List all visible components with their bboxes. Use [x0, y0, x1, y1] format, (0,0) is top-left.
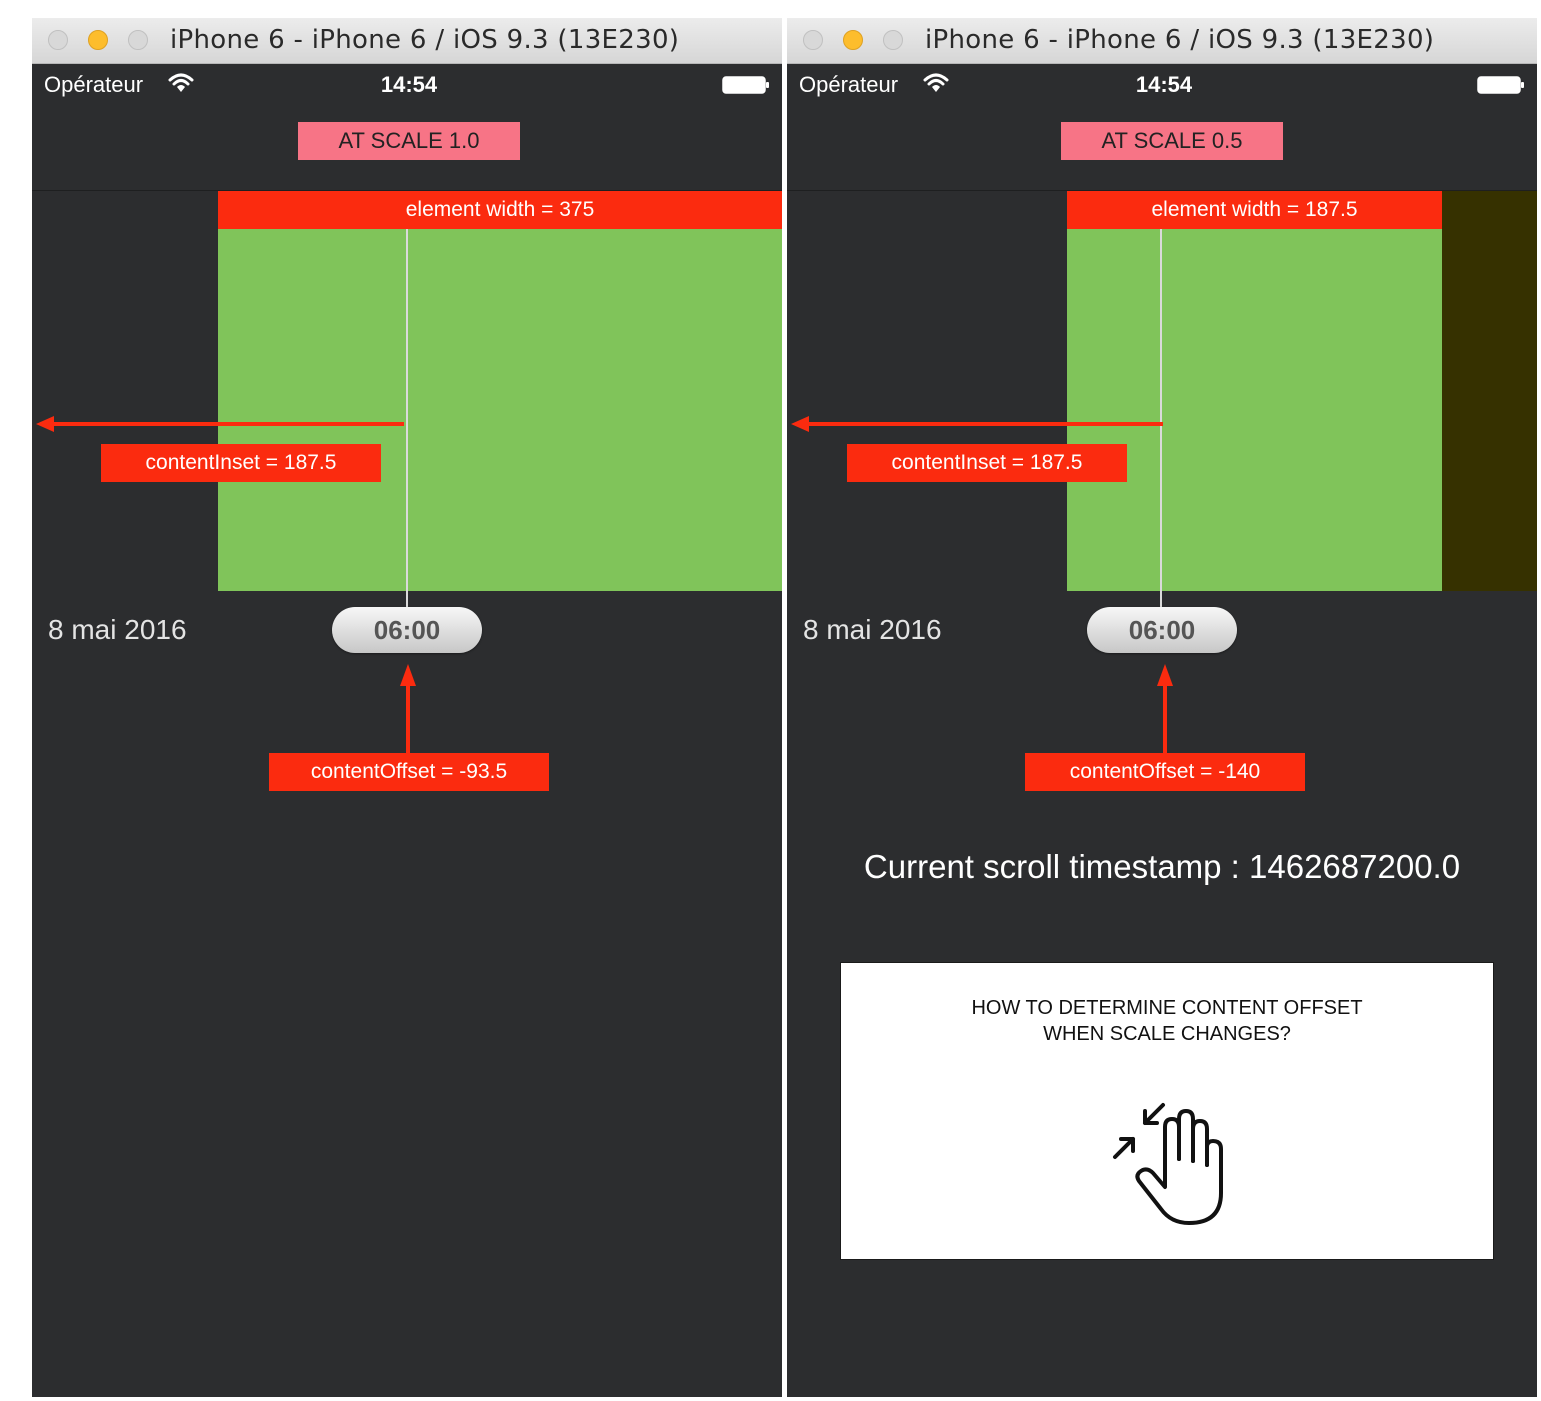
- arrow-up-icon: [1157, 664, 1173, 753]
- question-card: HOW TO DETERMINE CONTENT OFFSET WHEN SCA…: [840, 962, 1494, 1260]
- question-line-1: HOW TO DETERMINE CONTENT OFFSET: [971, 997, 1363, 1019]
- annotation-arrows: [36, 416, 416, 753]
- simulator-window-right: iPhone 6 - iPhone 6 / iOS 9.3 (13E230) O…: [787, 18, 1537, 1397]
- content-inset-label: contentInset = 187.5: [101, 444, 381, 482]
- question-line-2: WHEN SCALE CHANGES?: [1043, 1023, 1291, 1045]
- arrow-left-icon: [36, 416, 404, 432]
- content-offset-label: contentOffset = -93.5: [269, 753, 549, 791]
- scroll-timestamp-label: Current scroll timestamp : 1462687200.0: [863, 848, 1461, 885]
- pinch-gesture-icon: [1113, 1103, 1223, 1225]
- time-indicator-pill[interactable]: 06:00: [1087, 607, 1237, 653]
- date-label: 8 mai 2016: [48, 614, 187, 645]
- arrow-up-icon: [400, 664, 416, 753]
- time-indicator-pill[interactable]: 06:00: [332, 607, 482, 653]
- annotation-arrows: [791, 416, 1173, 753]
- arrow-left-icon: [791, 416, 1163, 432]
- content-offset-label: contentOffset = -140: [1025, 753, 1305, 791]
- date-label: 8 mai 2016: [803, 614, 942, 645]
- simulator-window-left: iPhone 6 - iPhone 6 / iOS 9.3 (13E230) O…: [32, 18, 782, 1397]
- content-inset-label: contentInset = 187.5: [847, 444, 1127, 482]
